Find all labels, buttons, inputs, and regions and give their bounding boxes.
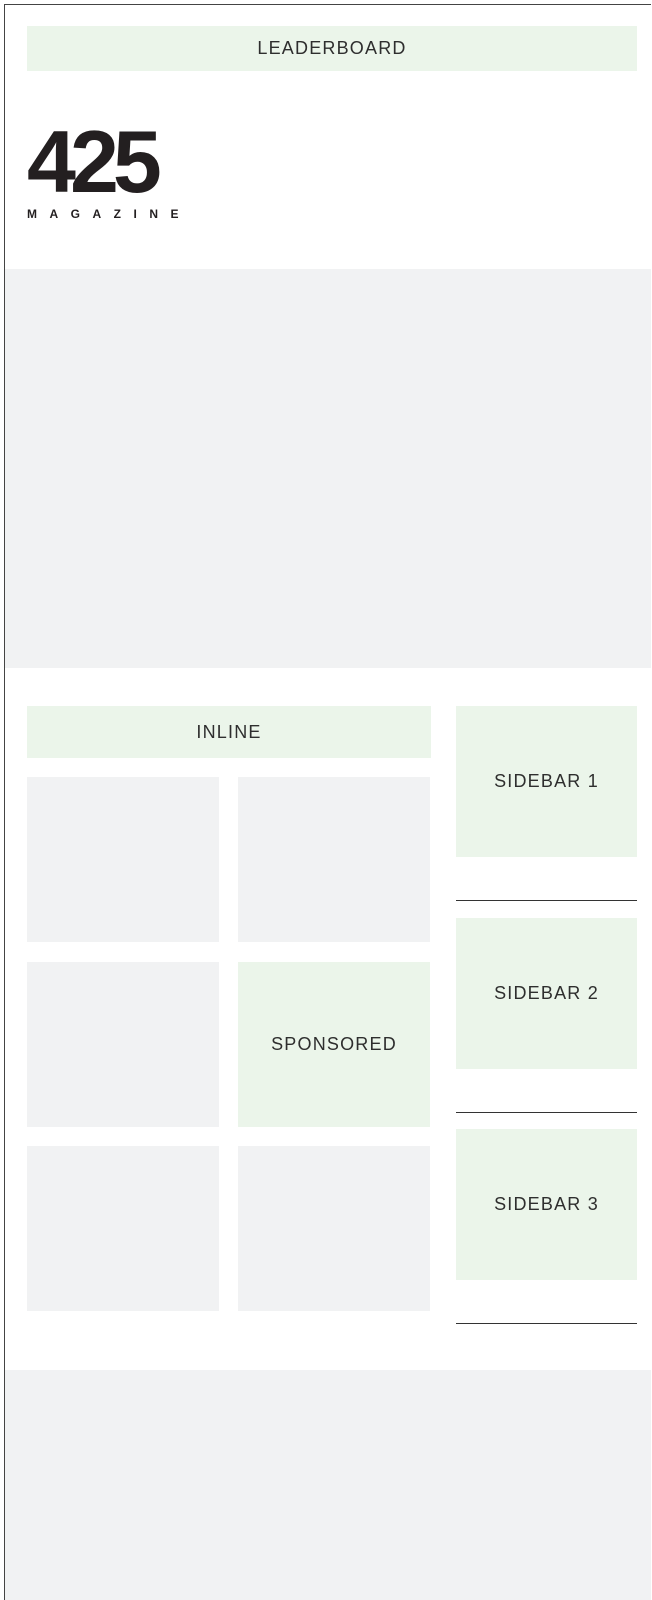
- sponsored-ad-slot[interactable]: SPONSORED: [238, 962, 430, 1127]
- sidebar-1-ad-label: SIDEBAR 1: [494, 771, 599, 791]
- hero-image-placeholder[interactable]: [5, 269, 651, 668]
- sponsored-ad-label: SPONSORED: [271, 1034, 397, 1054]
- article-card-placeholder[interactable]: [238, 777, 430, 942]
- sidebar-1-ad-slot[interactable]: SIDEBAR 1: [456, 706, 637, 857]
- article-card-placeholder[interactable]: [27, 1146, 219, 1311]
- article-card-placeholder[interactable]: [27, 962, 219, 1127]
- article-card-placeholder[interactable]: [238, 1146, 430, 1311]
- sidebar-3-ad-label: SIDEBAR 3: [494, 1194, 599, 1214]
- inline-ad-label: INLINE: [196, 721, 262, 742]
- sidebar-3-ad-slot[interactable]: SIDEBAR 3: [456, 1129, 637, 1280]
- inline-ad-slot[interactable]: INLINE: [27, 706, 431, 758]
- sidebar-divider: [456, 1112, 637, 1113]
- logo-number: 425: [27, 112, 162, 211]
- article-card-placeholder[interactable]: [27, 777, 219, 942]
- sidebar-divider: [456, 1323, 637, 1324]
- leaderboard-ad-label: LEADERBOARD: [257, 38, 407, 58]
- site-logo[interactable]: 425 MAGAZINE: [27, 112, 197, 222]
- footer-placeholder: [5, 1370, 651, 1600]
- leaderboard-ad-slot[interactable]: LEADERBOARD: [27, 26, 637, 71]
- sidebar-2-ad-slot[interactable]: SIDEBAR 2: [456, 918, 637, 1069]
- page-frame: LEADERBOARD 425 MAGAZINE INLINE SPONSORE…: [4, 4, 651, 1600]
- sidebar-divider: [456, 900, 637, 901]
- logo-wordmark: MAGAZINE: [27, 207, 191, 221]
- sidebar-2-ad-label: SIDEBAR 2: [494, 983, 599, 1003]
